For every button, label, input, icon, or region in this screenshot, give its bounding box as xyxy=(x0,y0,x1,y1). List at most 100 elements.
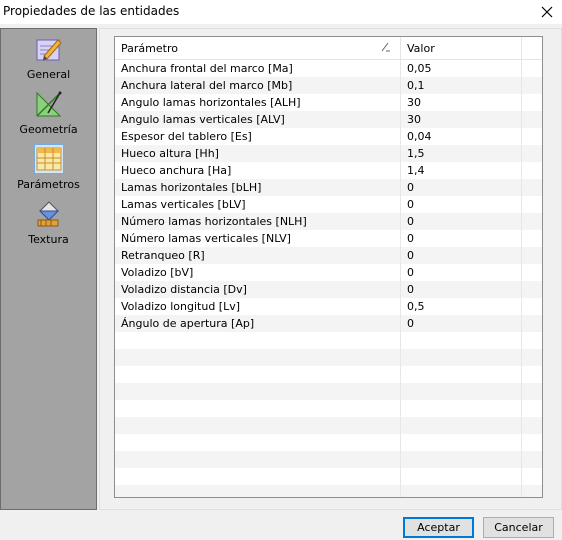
parameter-name-cell xyxy=(115,417,401,434)
parameter-name-cell: Anchura lateral del marco [Mb] xyxy=(115,77,401,94)
sidebar-item-parametros[interactable]: Parámetros xyxy=(2,141,95,193)
empty-row xyxy=(115,417,542,434)
empty-row xyxy=(115,383,542,400)
geometry-icon xyxy=(34,89,64,119)
close-button[interactable] xyxy=(532,0,562,24)
parameter-value-cell[interactable]: 0 xyxy=(401,264,522,281)
parameter-value: 0 xyxy=(407,317,414,330)
accept-button[interactable]: Aceptar xyxy=(403,517,474,538)
parameter-name: Hueco anchura [Ha] xyxy=(121,164,232,177)
parameter-value-cell[interactable]: 0 xyxy=(401,213,522,230)
parameter-name-cell: Hueco altura [Hh] xyxy=(115,145,401,162)
parameter-value-cell[interactable]: 0 xyxy=(401,230,522,247)
table-row[interactable]: Voladizo distancia [Dv] 0 xyxy=(115,281,542,298)
parameter-name-cell xyxy=(115,400,401,417)
parameter-name: Angulo lamas verticales [ALV] xyxy=(121,113,285,126)
paint-bucket-icon xyxy=(34,199,64,229)
table-row[interactable]: Número lamas horizontales [NLH] 0 xyxy=(115,213,542,230)
cancel-button[interactable]: Cancelar xyxy=(483,517,554,538)
empty-row xyxy=(115,451,542,468)
table-row[interactable]: Número lamas verticales [NLV] 0 xyxy=(115,230,542,247)
parameter-name-cell: Lamas verticales [bLV] xyxy=(115,196,401,213)
table-row[interactable]: Lamas horizontales [bLH] 0 xyxy=(115,179,542,196)
table-row[interactable]: Angulo lamas horizontales [ALH] 30 xyxy=(115,94,542,111)
column-header-filler xyxy=(522,37,542,59)
parameter-value: 0,05 xyxy=(407,62,432,75)
table-row[interactable]: Hueco anchura [Ha] 1,4 xyxy=(115,162,542,179)
empty-row xyxy=(115,468,542,485)
parameter-value-cell[interactable]: 0 xyxy=(401,281,522,298)
parameter-value-cell xyxy=(401,349,522,366)
parameter-value: 0 xyxy=(407,198,414,211)
parameter-name-cell: Lamas horizontales [bLH] xyxy=(115,179,401,196)
parameter-value: 0 xyxy=(407,283,414,296)
column-header-parametro[interactable]: Parámetro xyxy=(115,37,401,59)
parameter-value-cell[interactable]: 1,4 xyxy=(401,162,522,179)
parameter-value: 0 xyxy=(407,232,414,245)
parameter-value-cell[interactable]: 0 xyxy=(401,247,522,264)
parameter-value-cell[interactable]: 0 xyxy=(401,196,522,213)
empty-row xyxy=(115,434,542,451)
parameter-name-cell: Número lamas verticales [NLV] xyxy=(115,230,401,247)
table-row[interactable]: Anchura lateral del marco [Mb] 0,1 xyxy=(115,77,542,94)
table-row[interactable]: Voladizo longitud [Lv] 0,5 xyxy=(115,298,542,315)
parameter-value-cell[interactable]: 0,5 xyxy=(401,298,522,315)
parameter-value-cell[interactable]: 30 xyxy=(401,111,522,128)
empty-row xyxy=(115,366,542,383)
parameter-value-cell[interactable]: 30 xyxy=(401,94,522,111)
parameter-name-cell: Voladizo distancia [Dv] xyxy=(115,281,401,298)
parameter-name-cell xyxy=(115,332,401,349)
parameter-name: Número lamas verticales [NLV] xyxy=(121,232,291,245)
empty-row xyxy=(115,485,542,497)
parameter-value-cell xyxy=(401,468,522,485)
parameter-value-cell xyxy=(401,383,522,400)
parameter-name-cell xyxy=(115,383,401,400)
parameter-name: Voladizo longitud [Lv] xyxy=(121,300,241,313)
sidebar-item-label: General xyxy=(26,68,71,81)
parameter-name-cell: Espesor del tablero [Es] xyxy=(115,128,401,145)
parameter-value-cell[interactable]: 0 xyxy=(401,315,522,332)
parameter-name-cell: Retranqueo [R] xyxy=(115,247,401,264)
parameter-name-cell: Número lamas horizontales [NLH] xyxy=(115,213,401,230)
sidebar-item-label: Parámetros xyxy=(17,178,80,191)
table-row[interactable]: Voladizo [bV] 0 xyxy=(115,264,542,281)
empty-row xyxy=(115,400,542,417)
parameter-name-cell: Ángulo de apertura [Ap] xyxy=(115,315,401,332)
parameter-value-cell[interactable]: 0,1 xyxy=(401,77,522,94)
sidebar-item-general[interactable]: General xyxy=(2,31,95,83)
empty-row xyxy=(115,349,542,366)
table-row[interactable]: Angulo lamas verticales [ALV] 30 xyxy=(115,111,542,128)
parameter-value-cell[interactable]: 0,05 xyxy=(401,60,522,77)
table-row[interactable]: Anchura frontal del marco [Ma] 0,05 xyxy=(115,60,542,77)
title-bar: Propiedades de las entidades xyxy=(0,0,562,24)
parameter-value-cell xyxy=(401,366,522,383)
parameter-name-cell: Angulo lamas verticales [ALV] xyxy=(115,111,401,128)
parameter-value: 1,5 xyxy=(407,147,425,160)
grid-rows: Anchura frontal del marco [Ma] 0,05 Anchur… xyxy=(115,60,542,497)
column-header-valor[interactable]: Valor xyxy=(401,37,522,59)
sidebar-item-geometria[interactable]: Geometría xyxy=(2,86,95,138)
parameter-name: Angulo lamas horizontales [ALH] xyxy=(121,96,301,109)
column-header-label: Parámetro xyxy=(121,42,178,55)
table-row[interactable]: Hueco altura [Hh] 1,5 xyxy=(115,145,542,162)
table-row[interactable]: Ángulo de apertura [Ap] 0 xyxy=(115,315,542,332)
table-row[interactable]: Lamas verticales [bLV] 0 xyxy=(115,196,542,213)
parameter-name: Lamas horizontales [bLH] xyxy=(121,181,262,194)
parameter-value-cell xyxy=(401,434,522,451)
parameter-name: Voladizo [bV] xyxy=(121,266,194,279)
parameter-name-cell xyxy=(115,366,401,383)
parameter-value-cell xyxy=(401,451,522,468)
sidebar-item-textura[interactable]: Textura xyxy=(2,196,95,248)
sort-indicator-icon xyxy=(381,42,390,52)
table-row[interactable]: Retranqueo [R] 0 xyxy=(115,247,542,264)
parameter-value: 0,04 xyxy=(407,130,432,143)
parameter-value-cell[interactable]: 1,5 xyxy=(401,145,522,162)
parameter-name: Voladizo distancia [Dv] xyxy=(121,283,247,296)
table-row[interactable]: Espesor del tablero [Es] 0,04 xyxy=(115,128,542,145)
empty-row xyxy=(115,332,542,349)
parameter-value-cell[interactable]: 0,04 xyxy=(401,128,522,145)
parameter-name-cell xyxy=(115,434,401,451)
sidebar-item-label: Geometría xyxy=(19,123,78,136)
parameter-value: 30 xyxy=(407,96,421,109)
parameter-value-cell[interactable]: 0 xyxy=(401,179,522,196)
